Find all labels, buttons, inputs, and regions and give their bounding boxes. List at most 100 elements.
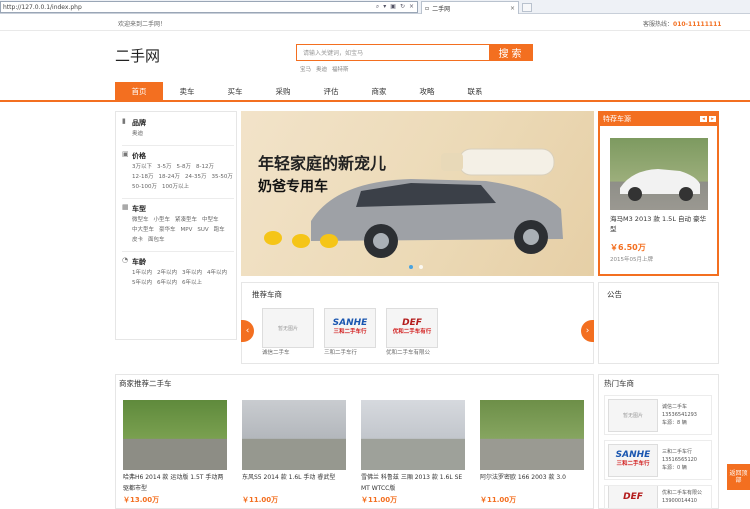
filter-option[interactable]: 皮卡 [132, 236, 143, 245]
special-car-price: ￥6.50万 [610, 243, 646, 252]
filter-option[interactable]: 豪华车 [159, 226, 176, 235]
filter-option[interactable]: 50-100万 [132, 183, 157, 192]
car-title: 哈弗H6 2014 款 运动版 1.5T 手动两驱都市型 [123, 474, 224, 492]
filter-group-age: ◔ 车龄 1年以内 2年以内 3年以内 4年以内 5年以内 6年以内 6年以上 [122, 257, 236, 288]
filter-option[interactable]: 跑车 [214, 226, 225, 235]
nav-item-sell[interactable]: 卖车 [163, 82, 211, 100]
prev-icon[interactable]: ◂ [700, 115, 707, 122]
dealer-name: 优和二手车有限公 [386, 350, 431, 356]
filter-option[interactable]: 6年以上 [182, 279, 202, 288]
search-icon[interactable]: ⌕ [376, 3, 379, 11]
filter-option[interactable]: 小型车 [154, 216, 171, 225]
hotline-number: 010-11111111 [673, 21, 722, 28]
nav-item-dealers[interactable]: 商家 [355, 82, 403, 100]
filter-group-price: ▣ 价格 3万以下 3-5万 5-8万 8-12万 12-18万 18-24万 … [122, 151, 236, 192]
hot-dealer-row[interactable]: SANHE 三和二手车行 三和二手车行 13516565120 车源：0 辆 [604, 440, 712, 480]
filter-option[interactable]: 3-5万 [157, 163, 171, 172]
dealer-logo: DEF 优和二手车有行 [386, 308, 438, 348]
carousel-dot[interactable] [419, 265, 423, 269]
nav-item-buy[interactable]: 买车 [211, 82, 259, 100]
filter-option[interactable]: 5年以内 [132, 279, 152, 288]
banner-subheadline: 奶爸专用车 [258, 179, 328, 195]
new-tab-button[interactable] [522, 3, 532, 12]
hot-word[interactable]: 奥迪 [316, 65, 327, 73]
nav-item-evaluate[interactable]: 评估 [307, 82, 355, 100]
divider [122, 145, 234, 146]
browser-tab[interactable]: ▫ 二手网 × [421, 1, 519, 14]
filter-option[interactable]: SUV [197, 226, 208, 235]
hot-word[interactable]: 宝马 [300, 65, 311, 73]
filter-option[interactable]: 面包车 [148, 236, 165, 245]
car-card[interactable]: 哈弗H6 2014 款 运动版 1.5T 手动两驱都市型 ￥13.00万 [123, 400, 227, 505]
car-card[interactable]: 雪佛兰 科鲁兹 三厢 2013 款 1.6L SE MT WTCC版 ￥11.0… [361, 400, 465, 505]
refresh-icon[interactable]: ↻ [400, 3, 405, 11]
dealer-name: 三和二手车行 [662, 449, 693, 455]
filter-option[interactable]: MPV [181, 226, 193, 235]
dealer-logo: SANHE 三和二手车行 [324, 308, 376, 348]
nav-item-home[interactable]: 首页 [115, 82, 163, 100]
filter-option[interactable]: 18-24万 [158, 173, 179, 182]
dealer-logo: SANHE 三和二手车行 [608, 443, 658, 477]
filter-option[interactable]: 24-35万 [185, 173, 206, 182]
section-title: 推荐车商 [252, 290, 282, 299]
dealer-name: 诚信二手车 [262, 350, 290, 356]
dealer-phone: 13536541293 [662, 412, 697, 418]
carousel-dot[interactable] [409, 265, 413, 269]
filter-option[interactable]: 8-12万 [196, 163, 214, 172]
filter-option[interactable]: 中型车 [202, 216, 219, 225]
filter-option[interactable]: 中大型车 [132, 226, 154, 235]
filter-option[interactable]: 2年以内 [157, 269, 177, 278]
filter-option[interactable]: 奥迪 [132, 130, 143, 139]
dealer-card[interactable]: DEF 优和二手车有行 优和二手车有限公 [386, 308, 438, 356]
filter-option[interactable]: 35-50万 [211, 173, 232, 182]
car-card[interactable]: 阿尔法罗密欧 166 2003 款 3.0 ￥11.00万 [480, 400, 584, 505]
address-bar[interactable]: http://127.0.0.1/index.php ⌕ ▾ ▣ ↻ × [0, 1, 418, 13]
filter-option[interactable]: 微型车 [132, 216, 149, 225]
url-text: http://127.0.0.1/index.php [3, 3, 82, 11]
special-car-name[interactable]: 海马M3 2013 款 1.5L 自动 豪华型 [610, 214, 710, 234]
filter-option[interactable]: 100万以上 [162, 183, 189, 192]
filter-option[interactable]: 3万以下 [132, 163, 152, 172]
car-image [480, 400, 584, 470]
next-icon[interactable]: ▸ [709, 115, 716, 122]
car-image [361, 400, 465, 470]
filter-title: 价格 [132, 152, 146, 160]
welcome-text: 欢迎来到二手网！ [118, 21, 167, 28]
section-title: 商家推荐二手车 [119, 379, 172, 388]
nav-item-guide[interactable]: 攻略 [403, 82, 451, 100]
dropdown-icon[interactable]: ▾ [383, 3, 386, 11]
dealer-name: 优和二手车有限公 [662, 490, 703, 496]
dealer-phone: 13900014410 [662, 498, 697, 504]
filter-option[interactable]: 紧凑型车 [175, 216, 197, 225]
car-image [123, 400, 227, 470]
back-to-top-button[interactable]: 返回顶部 [727, 464, 750, 490]
dealer-card[interactable]: SANHE 三和二手车行 三和二手车行 [324, 308, 376, 356]
dealer-logo: 暂无图片 [262, 308, 314, 348]
hot-dealer-row[interactable]: DEF 优和二手车有限公 13900014410 [604, 485, 712, 509]
special-car-title: 特荐车源 [603, 114, 631, 123]
nav-divider [0, 100, 750, 102]
special-car-image[interactable] [610, 138, 708, 210]
filter-option[interactable]: 5-8万 [176, 163, 190, 172]
nav-item-purchase[interactable]: 采购 [259, 82, 307, 100]
hot-dealer-row[interactable]: 暂无图片 诚信二手车 13536541293 车源：8 辆 [604, 395, 712, 435]
search-input[interactable]: 请输入关键词，如宝马 [296, 44, 490, 61]
tab-close-icon[interactable]: × [510, 5, 515, 12]
close-icon[interactable]: × [409, 3, 414, 11]
filter-option[interactable]: 1年以内 [132, 269, 152, 278]
car-card[interactable]: 东风S5 2014 款 1.6L 手动 睿武型 ￥11.00万 [242, 400, 346, 505]
dealer-logo: 暂无图片 [608, 398, 658, 432]
hot-word[interactable]: 福特斯 [332, 65, 349, 73]
dealer-count: 车源：8 辆 [662, 420, 687, 426]
nav-item-contact[interactable]: 联系 [451, 82, 499, 100]
search-button[interactable]: 搜索 [490, 44, 533, 61]
bookmark-icon: ▮ [122, 117, 126, 125]
car-price: ￥11.00万 [361, 496, 398, 504]
car-title: 雪佛兰 科鲁兹 三厢 2013 款 1.6L SE MT WTCC版 [361, 474, 463, 492]
filter-option[interactable]: 12-18万 [132, 173, 153, 182]
site-logo[interactable]: 二手网 [115, 45, 160, 66]
dealer-card[interactable]: 暂无图片 诚信二手车 [262, 308, 314, 356]
filter-option[interactable]: 3年以内 [182, 269, 202, 278]
filter-option[interactable]: 6年以内 [157, 279, 177, 288]
filter-option[interactable]: 4年以内 [207, 269, 227, 278]
